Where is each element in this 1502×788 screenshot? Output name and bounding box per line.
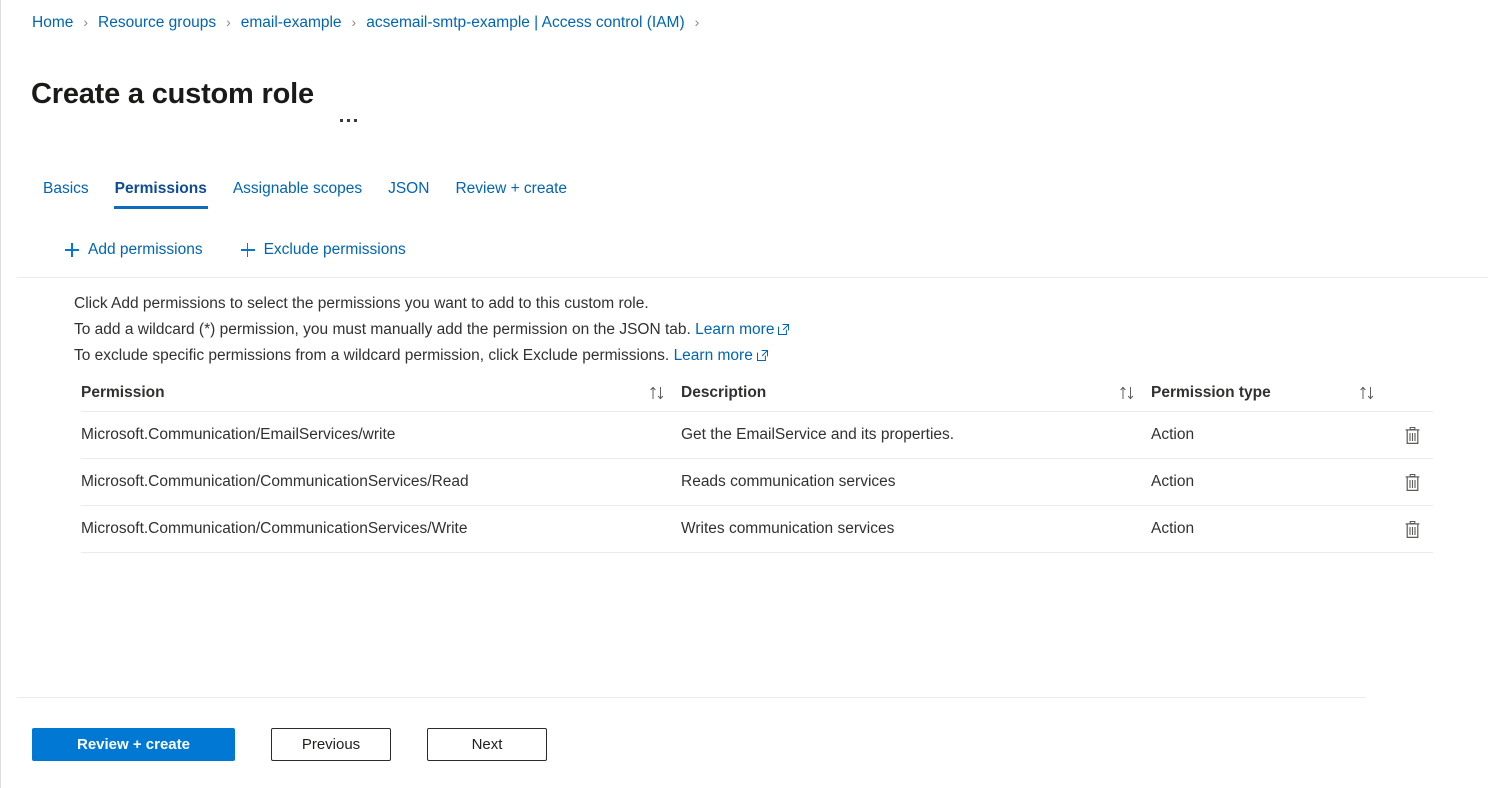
command-bar-divider [17, 277, 1488, 278]
breadcrumb-item-home[interactable]: Home [31, 14, 74, 32]
tab-json[interactable]: JSON [375, 180, 442, 209]
create-custom-role-blade: Home › Resource groups › email-example ›… [0, 0, 1502, 788]
instruction-line-2: To add a wildcard (*) permission, you mu… [74, 317, 790, 343]
cell-description: Writes communication services [681, 520, 895, 537]
breadcrumb-item-email-example[interactable]: email-example [240, 14, 343, 32]
tab-assignable-scopes[interactable]: Assignable scopes [220, 180, 375, 209]
footer-divider [17, 697, 1366, 698]
cell-description: Reads communication services [681, 473, 896, 490]
instruction-line-2-text: To add a wildcard (*) permission, you mu… [74, 321, 691, 338]
breadcrumb-separator-icon: › [226, 14, 231, 30]
ellipsis-dot [353, 119, 357, 123]
instruction-line-3: To exclude specific permissions from a w… [74, 343, 789, 369]
review-create-button[interactable]: Review + create [32, 728, 235, 761]
add-permissions-button[interactable]: Add permissions [63, 238, 205, 262]
delete-permission-button[interactable] [1391, 520, 1433, 539]
breadcrumb-item-resource-groups[interactable]: Resource groups [97, 14, 217, 32]
instruction-line-1: Click Add permissions to select the perm… [74, 295, 649, 312]
more-options-icon[interactable] [336, 113, 361, 128]
column-header-description[interactable]: Description [681, 384, 1151, 402]
cell-permission-type: Action [1151, 520, 1195, 537]
trash-icon [1405, 473, 1419, 491]
next-button[interactable]: Next [427, 728, 547, 761]
table-row[interactable]: Microsoft.Communication/CommunicationSer… [81, 506, 1433, 553]
wizard-footer: Review + create Previous Next [32, 728, 547, 761]
plus-icon [65, 243, 79, 257]
cell-permission-type: Action [1151, 426, 1195, 443]
title-row: Create a custom role [31, 57, 361, 132]
trash-icon [1405, 520, 1419, 538]
previous-button[interactable]: Previous [271, 728, 391, 761]
cell-permission: Microsoft.Communication/CommunicationSer… [81, 520, 468, 537]
cell-description: Get the EmailService and its properties. [681, 426, 955, 443]
plus-icon [240, 243, 255, 257]
add-permissions-label: Add permissions [88, 241, 203, 258]
breadcrumb-item-access-control[interactable]: acsemail-smtp-example | Access control (… [365, 14, 685, 32]
wizard-tabs: Basics Permissions Assignable scopes JSO… [31, 180, 580, 218]
instructions: Click Add permissions to select the perm… [74, 291, 790, 369]
column-header-permission-label: Permission [81, 383, 165, 401]
learn-more-link-json[interactable]: Learn more [695, 318, 790, 338]
exclude-permissions-label: Exclude permissions [263, 241, 406, 258]
instruction-line-3-text: To exclude specific permissions from a w… [74, 347, 670, 364]
sort-arrows-icon[interactable] [649, 386, 667, 400]
learn-more-link-exclude[interactable]: Learn more [674, 347, 768, 364]
table-header-row: Permission Description Permission type [81, 374, 1433, 412]
sort-arrows-icon[interactable] [1119, 386, 1137, 400]
exclude-permissions-button[interactable]: Exclude permissions [239, 238, 408, 262]
tab-permissions[interactable]: Permissions [102, 180, 220, 209]
ellipsis-dot [346, 119, 350, 123]
external-link-icon [778, 318, 790, 335]
sort-arrows-icon[interactable] [1359, 386, 1377, 400]
cell-permission-type: Action [1151, 473, 1195, 490]
cell-permission: Microsoft.Communication/EmailServices/wr… [81, 426, 396, 443]
command-bar: Add permissions Exclude permissions [63, 238, 408, 262]
delete-permission-button[interactable] [1391, 426, 1433, 445]
permissions-table: Permission Description Permission type M… [81, 374, 1433, 553]
cell-permission: Microsoft.Communication/CommunicationSer… [81, 473, 469, 490]
learn-more-label: Learn more [673, 347, 753, 364]
page-title: Create a custom role [31, 78, 314, 111]
breadcrumb-separator-icon: › [694, 14, 700, 30]
learn-more-label: Learn more [695, 321, 775, 338]
column-header-description-label: Description [681, 383, 767, 401]
breadcrumb-separator-icon: › [351, 14, 357, 30]
column-header-permission-type[interactable]: Permission type [1151, 384, 1391, 402]
tab-basics[interactable]: Basics [31, 180, 102, 209]
table-row[interactable]: Microsoft.Communication/CommunicationSer… [81, 459, 1433, 506]
delete-permission-button[interactable] [1391, 473, 1433, 492]
trash-icon [1405, 426, 1419, 444]
breadcrumb: Home › Resource groups › email-example ›… [31, 14, 708, 32]
tab-review-create[interactable]: Review + create [442, 180, 580, 209]
column-header-permission-type-label: Permission type [1151, 383, 1271, 401]
ellipsis-dot [339, 119, 343, 123]
column-header-permission[interactable]: Permission [81, 384, 681, 402]
table-row[interactable]: Microsoft.Communication/EmailServices/wr… [81, 412, 1433, 459]
breadcrumb-separator-icon: › [83, 14, 89, 30]
external-link-icon [756, 344, 768, 361]
